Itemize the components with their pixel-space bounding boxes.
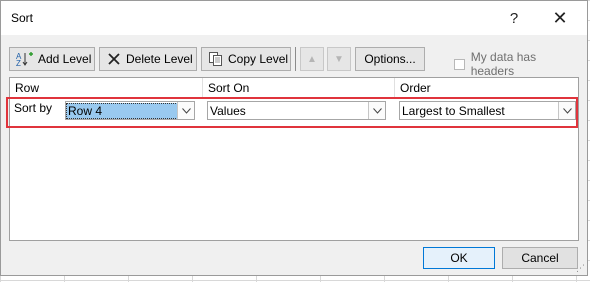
cancel-button[interactable]: Cancel bbox=[502, 247, 578, 269]
row-select[interactable]: Row 4 bbox=[65, 101, 195, 120]
add-level-label: Add Level bbox=[38, 52, 92, 66]
headers-checkbox-label: My data has headers bbox=[470, 50, 537, 78]
my-data-has-headers-checkbox[interactable]: My data has headers bbox=[454, 50, 579, 78]
chevron-down-icon[interactable] bbox=[177, 102, 194, 119]
column-header-row: Row bbox=[15, 81, 40, 95]
column-header-order: Order bbox=[400, 81, 431, 95]
svg-text:Z: Z bbox=[16, 59, 21, 67]
ok-button[interactable]: OK bbox=[423, 247, 495, 269]
grid-header-row: Row Sort On Order bbox=[10, 78, 578, 99]
resize-grip-icon[interactable]: ⋰ bbox=[575, 263, 585, 273]
options-label: Options... bbox=[364, 52, 416, 66]
title-bar: Sort ? ✕ bbox=[1, 1, 587, 35]
copy-level-button[interactable]: Copy Level bbox=[201, 47, 291, 71]
move-up-icon: ▲ bbox=[307, 53, 317, 65]
sort-dialog: Sort ? ✕ A Z Add Level Delete Level Copy… bbox=[0, 0, 588, 276]
move-up-button[interactable]: ▲ bbox=[300, 47, 324, 71]
delete-level-label: Delete Level bbox=[126, 52, 193, 66]
copy-level-icon bbox=[208, 51, 224, 67]
sort-levels-grid: Row Sort On Order Sort by Row 4 Values L… bbox=[6, 77, 579, 241]
delete-level-button[interactable]: Delete Level bbox=[99, 47, 197, 71]
move-down-icon: ▼ bbox=[334, 53, 344, 65]
dialog-title: Sort bbox=[11, 11, 34, 25]
headers-checkbox-box[interactable] bbox=[454, 58, 465, 70]
order-select[interactable]: Largest to Smallest bbox=[399, 101, 576, 120]
sort-toolbar: A Z Add Level Delete Level Copy Level ▲ … bbox=[9, 47, 579, 78]
chevron-down-icon[interactable] bbox=[368, 102, 385, 119]
header-divider bbox=[394, 78, 395, 98]
chevron-down-icon[interactable] bbox=[558, 102, 575, 119]
sort-by-label: Sort by bbox=[14, 101, 53, 115]
add-level-button[interactable]: A Z Add Level bbox=[9, 47, 95, 71]
copy-level-label: Copy Level bbox=[228, 52, 289, 66]
move-down-button[interactable]: ▼ bbox=[327, 47, 351, 71]
column-header-sort-on: Sort On bbox=[208, 81, 250, 95]
order-value: Largest to Smallest bbox=[402, 103, 505, 118]
header-divider bbox=[202, 78, 203, 98]
sort-on-value: Values bbox=[210, 103, 246, 118]
help-button[interactable]: ? bbox=[499, 7, 529, 29]
close-button[interactable]: ✕ bbox=[545, 7, 575, 29]
row-select-value: Row 4 bbox=[66, 102, 177, 119]
sort-on-select[interactable]: Values bbox=[207, 101, 386, 120]
add-level-icon: A Z bbox=[16, 51, 34, 67]
sort-level-row: Sort by Row 4 Values Largest to Smallest bbox=[6, 97, 578, 128]
options-button[interactable]: Options... bbox=[355, 47, 425, 71]
delete-x-icon bbox=[106, 51, 122, 67]
toolbar-separator bbox=[295, 47, 296, 71]
